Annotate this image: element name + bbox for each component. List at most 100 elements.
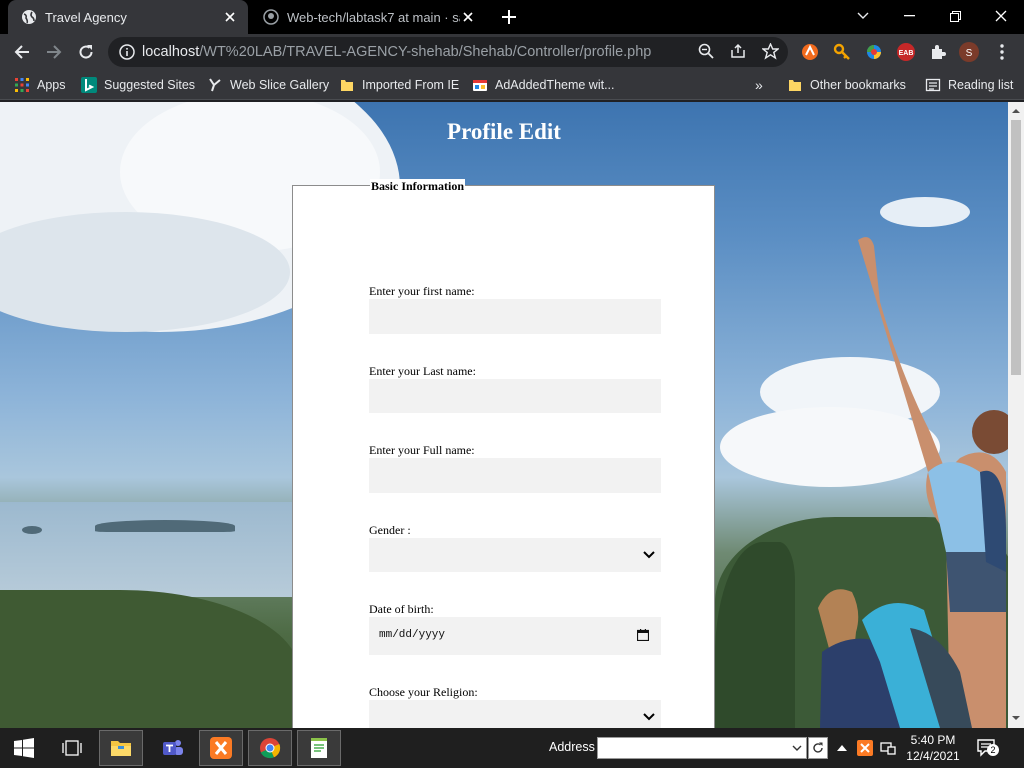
file-explorer-icon xyxy=(111,741,131,756)
first-name-input[interactable] xyxy=(369,299,661,334)
basic-information-fieldset: Basic Information Enter your first name:… xyxy=(292,179,715,728)
hikers-illustration xyxy=(818,237,1008,728)
overflow-chevron: » xyxy=(755,77,763,93)
start-button[interactable] xyxy=(2,728,46,768)
first-name-label: Enter your first name: xyxy=(369,284,475,298)
tray-xampp[interactable] xyxy=(857,740,873,756)
profile-initial: S xyxy=(966,48,973,59)
share-button[interactable] xyxy=(728,41,748,61)
page-scrollbar[interactable] xyxy=(1008,102,1024,728)
system-clock[interactable]: 5:40 PM 12/4/2021 xyxy=(902,732,964,764)
gender-label: Gender : xyxy=(369,523,411,537)
tab-github[interactable]: Web-tech/labtask7 at main · safa xyxy=(250,0,486,34)
browser-menu-button[interactable] xyxy=(992,42,1012,62)
star-icon xyxy=(761,42,779,60)
address-bar[interactable]: localhost/WT%20LAB/TRAVEL-AGENCY-shehab/… xyxy=(108,37,788,67)
full-name-label: Enter your Full name: xyxy=(369,443,475,457)
taskbar-xampp[interactable] xyxy=(199,730,243,766)
taskbar-notepad[interactable] xyxy=(297,730,341,766)
notification-center-button[interactable]: 2 xyxy=(976,738,999,758)
chrome-icon xyxy=(260,738,281,759)
back-button[interactable] xyxy=(8,38,36,66)
taskbar-teams[interactable] xyxy=(151,728,195,768)
full-name-input[interactable] xyxy=(369,458,661,493)
url-path: /WT%20LAB/TRAVEL-AGENCY-shehab/Shehab/Co… xyxy=(199,44,652,60)
extension-colorful-button[interactable] xyxy=(864,42,884,62)
page-content: Profile Edit Basic Information Enter you… xyxy=(0,102,1008,728)
tab-search-button[interactable] xyxy=(840,0,886,32)
globe-icon xyxy=(22,10,36,24)
colorful-extension-icon xyxy=(867,45,881,59)
bookmark-apps[interactable]: Apps xyxy=(14,75,66,95)
eab-badge-text: EAB xyxy=(899,50,914,57)
chevron-down-icon xyxy=(643,713,655,721)
bookmarks-bar: Apps Suggested Sites Web Slice Gallery I… xyxy=(0,70,1024,100)
bookmark-web-slice-gallery[interactable]: Web Slice Gallery xyxy=(207,75,329,95)
tab-travel-agency[interactable]: Travel Agency xyxy=(8,0,248,34)
scrollbar-thumb[interactable] xyxy=(1011,120,1021,375)
extension-key-button[interactable] xyxy=(832,42,852,62)
plus-icon xyxy=(502,10,516,24)
info-icon[interactable] xyxy=(118,43,136,61)
profile-button[interactable]: S xyxy=(959,42,979,62)
bookmark-suggested-sites[interactable]: Suggested Sites xyxy=(81,75,195,95)
tab-title: Web-tech/labtask7 at main · safa xyxy=(287,9,460,25)
zoom-button[interactable] xyxy=(696,41,716,61)
taskbar-file-explorer[interactable] xyxy=(99,730,143,766)
chevron-up-icon xyxy=(837,745,847,751)
theme-icon xyxy=(473,80,487,91)
taskbar-address-go-button[interactable] xyxy=(808,737,828,759)
chevron-down-icon[interactable] xyxy=(792,745,802,752)
refresh-icon xyxy=(813,742,823,753)
bookmarks-overflow-button[interactable]: » xyxy=(755,75,763,95)
reading-list-button[interactable]: Reading list xyxy=(925,75,1013,95)
close-tab-icon[interactable] xyxy=(222,9,238,25)
close-tab-icon[interactable] xyxy=(460,9,476,25)
bookmark-star-button[interactable] xyxy=(760,41,780,61)
bookmark-imported-from-ie[interactable]: Imported From IE xyxy=(339,75,459,95)
eab-badge-icon: EAB xyxy=(897,43,915,61)
new-tab-button[interactable] xyxy=(498,6,520,28)
magnifier-icon xyxy=(698,43,714,59)
religion-select[interactable] xyxy=(369,700,661,728)
calendar-icon[interactable] xyxy=(637,629,649,641)
taskbar-address-input[interactable] xyxy=(597,737,807,759)
gender-select[interactable] xyxy=(369,538,661,572)
windows-taskbar: Address 5:40 PM 12/4/2021 2 xyxy=(0,728,1024,768)
cloud xyxy=(880,197,970,227)
reading-list-icon xyxy=(925,78,941,92)
bookmark-label: Apps xyxy=(37,78,66,92)
browser-toolbar: localhost/WT%20LAB/TRAVEL-AGENCY-shehab/… xyxy=(0,34,1024,70)
tray-network[interactable] xyxy=(880,740,896,756)
puzzle-icon xyxy=(932,45,946,59)
extension-eab-button[interactable]: EAB xyxy=(896,42,916,62)
last-name-input[interactable] xyxy=(369,379,661,413)
teams-icon xyxy=(163,740,183,755)
show-hidden-icons-button[interactable] xyxy=(834,740,850,756)
bing-icon xyxy=(81,77,97,93)
restore-button[interactable] xyxy=(932,0,978,32)
bookmark-adaddedtheme[interactable]: AdAddedTheme wit... xyxy=(472,75,615,95)
scroll-up-icon[interactable] xyxy=(1012,107,1020,115)
tab-strip: Travel Agency Web-tech/labtask7 at main … xyxy=(0,0,1024,34)
tab-title: Travel Agency xyxy=(45,9,127,25)
reload-button[interactable] xyxy=(72,38,100,66)
taskbar-chrome[interactable] xyxy=(248,730,292,766)
extensions-button[interactable] xyxy=(928,42,948,62)
dob-input[interactable]: mm/dd/yyyy xyxy=(369,617,661,655)
network-icon xyxy=(880,742,896,755)
windows-logo-icon xyxy=(14,738,34,758)
bookmark-other-bookmarks[interactable]: Other bookmarks xyxy=(787,75,906,95)
scroll-down-icon[interactable] xyxy=(1012,714,1020,722)
forward-button[interactable] xyxy=(40,38,68,66)
extension-avast-button[interactable] xyxy=(800,42,820,62)
chevron-down-icon xyxy=(857,12,869,19)
close-window-button[interactable] xyxy=(978,0,1024,32)
minimize-button[interactable] xyxy=(886,0,932,32)
bookmark-label: Web Slice Gallery xyxy=(230,78,330,92)
chevron-down-icon xyxy=(643,551,655,559)
task-view-icon xyxy=(62,740,82,756)
page-title: Profile Edit xyxy=(447,119,561,144)
clock-time: 5:40 PM xyxy=(910,733,956,747)
task-view-button[interactable] xyxy=(50,728,94,768)
